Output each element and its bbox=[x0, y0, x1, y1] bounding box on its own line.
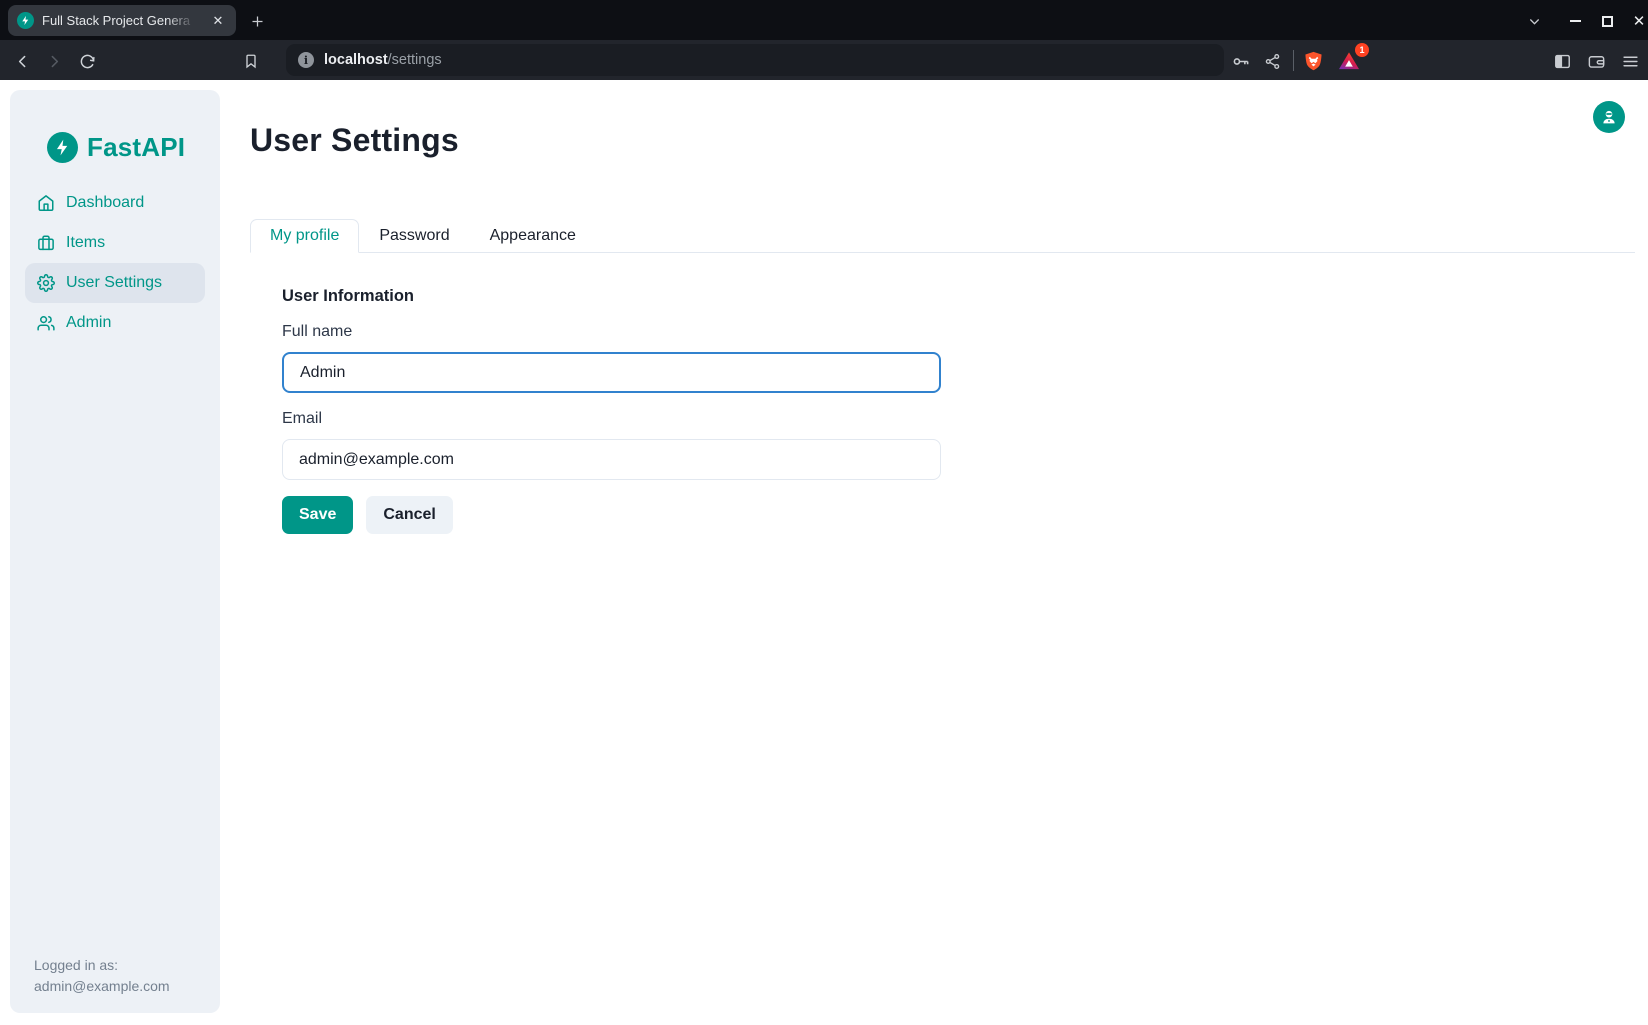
cancel-button[interactable]: Cancel bbox=[366, 496, 452, 534]
tab-search-chevron-icon[interactable] bbox=[1521, 8, 1547, 34]
users-icon bbox=[37, 314, 55, 332]
form-actions: Save Cancel bbox=[282, 496, 941, 534]
brave-shields-icon[interactable] bbox=[1300, 48, 1326, 74]
rewards-badge: 1 bbox=[1355, 43, 1369, 57]
browser-tab[interactable]: Full Stack Project Genera ✕ bbox=[8, 5, 236, 36]
window-close-button[interactable]: ✕ bbox=[1626, 8, 1648, 34]
brave-rewards-icon[interactable]: 1 bbox=[1336, 48, 1362, 74]
email-label: Email bbox=[282, 410, 941, 428]
tab-close-icon[interactable]: ✕ bbox=[209, 12, 227, 30]
settings-tabs: My profile Password Appearance bbox=[250, 219, 1635, 253]
url-text: localhost/settings bbox=[324, 52, 442, 68]
fastapi-logo[interactable]: FastAPI bbox=[47, 132, 185, 163]
section-title: User Information bbox=[282, 287, 941, 306]
back-icon[interactable] bbox=[9, 48, 35, 74]
address-bar[interactable]: i localhost/settings bbox=[286, 44, 1224, 76]
menu-icon[interactable] bbox=[1617, 48, 1643, 74]
site-info-icon[interactable]: i bbox=[298, 52, 314, 68]
sidebar-item-label: User Settings bbox=[66, 274, 162, 292]
home-icon bbox=[37, 194, 55, 212]
gear-icon bbox=[37, 274, 55, 292]
maximize-button[interactable] bbox=[1594, 8, 1620, 34]
logged-in-email: admin@example.com bbox=[34, 976, 170, 997]
browser-tab-strip: Full Stack Project Genera ✕ ✕ bbox=[0, 0, 1648, 40]
page-content: FastAPI Dashboard Items bbox=[0, 80, 1648, 1025]
minimize-button[interactable] bbox=[1562, 8, 1588, 34]
forward-icon[interactable] bbox=[41, 48, 67, 74]
brand-name: FastAPI bbox=[87, 132, 185, 163]
save-button[interactable]: Save bbox=[282, 496, 353, 534]
url-path: /settings bbox=[388, 52, 442, 68]
user-avatar-button[interactable] bbox=[1593, 101, 1625, 133]
browser-window: Full Stack Project Genera ✕ ✕ i localhos… bbox=[0, 0, 1648, 1025]
sidebar-item-items[interactable]: Items bbox=[25, 223, 205, 263]
logged-in-info: Logged in as: admin@example.com bbox=[34, 955, 170, 997]
sidebar-item-user-settings[interactable]: User Settings bbox=[25, 263, 205, 303]
new-tab-icon[interactable] bbox=[244, 8, 270, 34]
sidebar-item-label: Admin bbox=[66, 314, 111, 332]
url-host: localhost bbox=[324, 52, 388, 68]
tab-title: Full Stack Project Genera bbox=[42, 13, 201, 28]
user-avatar-icon bbox=[1600, 108, 1618, 126]
key-icon[interactable] bbox=[1227, 48, 1253, 74]
tab-password[interactable]: Password bbox=[359, 219, 469, 253]
logged-in-label: Logged in as: bbox=[34, 955, 170, 976]
navbar-divider bbox=[1293, 50, 1294, 71]
fastapi-bolt-icon bbox=[47, 132, 78, 163]
bookmark-icon[interactable] bbox=[238, 48, 264, 74]
share-icon[interactable] bbox=[1259, 48, 1285, 74]
sidebar: FastAPI Dashboard Items bbox=[10, 90, 220, 1013]
briefcase-icon bbox=[37, 234, 55, 252]
fastapi-favicon-icon bbox=[17, 12, 34, 29]
sidebar-nav: Dashboard Items User Settings bbox=[10, 183, 220, 343]
profile-panel: User Information Full name Email Save Ca… bbox=[282, 253, 941, 534]
page-title: User Settings bbox=[250, 122, 459, 159]
sidebar-panel-icon[interactable] bbox=[1549, 48, 1575, 74]
sidebar-item-admin[interactable]: Admin bbox=[25, 303, 205, 343]
sidebar-item-label: Items bbox=[66, 234, 105, 252]
reload-icon[interactable] bbox=[74, 48, 100, 74]
full-name-label: Full name bbox=[282, 323, 941, 341]
tab-my-profile[interactable]: My profile bbox=[250, 219, 359, 253]
sidebar-item-label: Dashboard bbox=[66, 194, 144, 212]
email-input[interactable] bbox=[282, 439, 941, 480]
sidebar-item-dashboard[interactable]: Dashboard bbox=[25, 183, 205, 223]
wallet-icon[interactable] bbox=[1583, 48, 1609, 74]
tab-appearance[interactable]: Appearance bbox=[470, 219, 596, 253]
full-name-input[interactable] bbox=[282, 352, 941, 393]
